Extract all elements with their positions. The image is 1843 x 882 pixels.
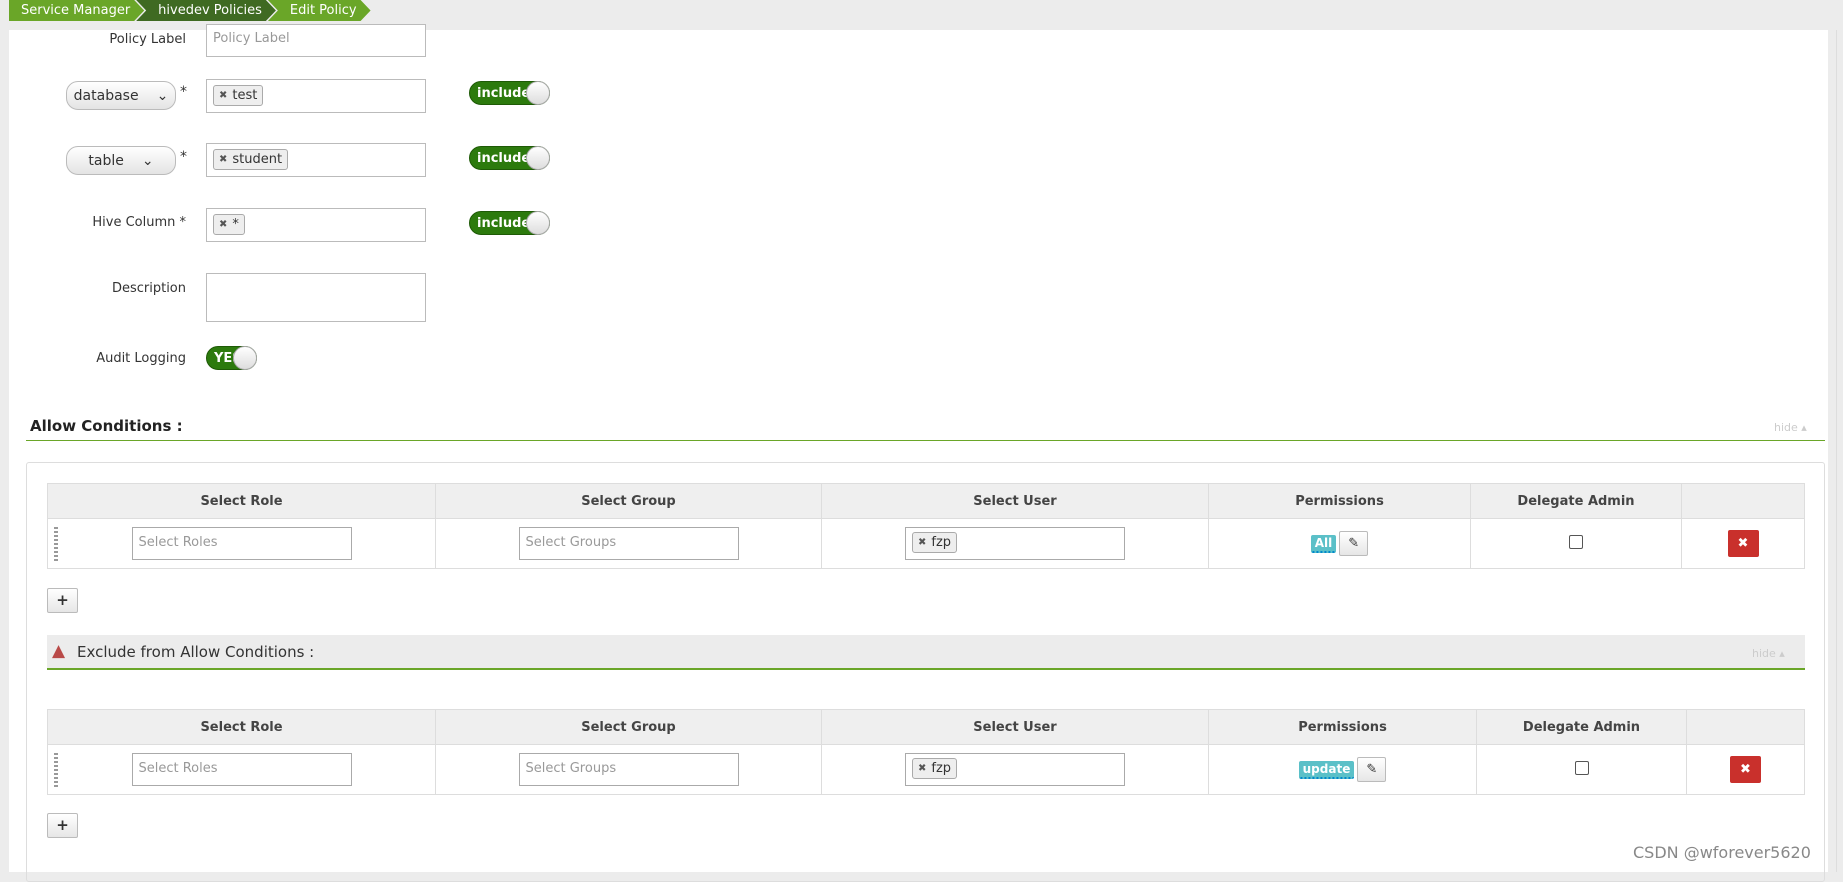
header-permissions: Permissions	[1208, 709, 1477, 745]
policy-label-label: Policy Label	[109, 32, 186, 47]
header-select-user: Select User	[821, 709, 1209, 745]
allow-conditions-title: Allow Conditions :	[30, 417, 183, 435]
scrollbar-track[interactable]	[1836, 30, 1837, 872]
chevron-down-icon: ⌄	[141, 152, 154, 169]
header-select-role: Select Role	[47, 483, 436, 519]
permission-tag[interactable]: update	[1298, 760, 1355, 779]
select-value: table	[88, 152, 124, 169]
header-delegate-admin: Delegate Admin	[1470, 483, 1682, 519]
add-exclude-condition-button[interactable]: +	[47, 813, 78, 838]
header-select-group: Select Group	[435, 709, 822, 745]
watermark: CSDN @wforever5620	[1633, 843, 1811, 862]
value-tag: ✖ test	[213, 85, 264, 106]
select-groups-input[interactable]: Select Groups	[518, 753, 739, 786]
permission-tag[interactable]: All	[1310, 534, 1337, 553]
database-include-toggle[interactable]: include	[469, 81, 550, 105]
breadcrumb: Service Manager hivedev Policies Edit Po…	[9, 0, 363, 21]
hive-column-label: Hive Column *	[92, 215, 186, 230]
table-include-toggle[interactable]: include	[469, 146, 550, 170]
header-actions	[1681, 483, 1805, 519]
description-label: Description	[111, 281, 186, 296]
user-tag: ✖ fzp	[912, 532, 958, 553]
exclude-conditions-title: Exclude from Allow Conditions :	[77, 643, 315, 661]
description-textarea[interactable]	[206, 273, 426, 322]
drag-handle[interactable]	[54, 527, 58, 561]
header-permissions: Permissions	[1208, 483, 1471, 519]
divider	[26, 440, 1825, 441]
remove-icon[interactable]: ✖	[918, 763, 926, 774]
user-tag: ✖ fzp	[912, 758, 958, 779]
table-row: Select Roles Select Groups ✖ fzp update ✎ …	[47, 744, 1805, 795]
delete-row-button[interactable]: ✖	[1727, 530, 1759, 557]
delegate-admin-checkbox[interactable]	[1569, 534, 1583, 549]
header-select-group: Select Group	[435, 483, 822, 519]
edit-pencil-icon[interactable]: ✎	[1357, 757, 1387, 782]
exclude-hide-toggle[interactable]: hide ▴	[1752, 647, 1785, 660]
hive-column-input[interactable]: ✖ *	[206, 208, 426, 242]
required-asterisk: *	[180, 84, 187, 100]
drag-handle[interactable]	[54, 753, 58, 787]
remove-icon[interactable]: ✖	[219, 90, 227, 101]
allow-hide-toggle[interactable]: hide ▴	[1774, 421, 1807, 434]
chevron-down-icon: ⌄	[156, 87, 169, 104]
allow-conditions-table: Select Role Select Group Select User Permis…	[47, 483, 1805, 569]
delegate-admin-checkbox[interactable]	[1574, 760, 1589, 775]
audit-logging-label: Audit Logging	[96, 351, 186, 366]
select-groups-input[interactable]: Select Groups	[518, 527, 739, 560]
remove-icon[interactable]: ✖	[219, 219, 227, 230]
header-select-role: Select Role	[47, 709, 436, 745]
resource-type-select-database[interactable]: database ⌄	[66, 81, 176, 110]
value-tag: ✖ student	[213, 149, 289, 170]
policy-label-input[interactable]: Policy Label	[206, 24, 426, 57]
header-select-user: Select User	[821, 483, 1209, 519]
required-asterisk: *	[180, 149, 187, 165]
select-roles-input[interactable]: Select Roles	[131, 753, 352, 786]
breadcrumb-edit-policy[interactable]: Edit Policy	[268, 0, 371, 21]
warning-icon: ▲	[52, 641, 66, 661]
value-tag: ✖ *	[213, 214, 245, 235]
database-values-input[interactable]: ✖ test	[206, 79, 426, 113]
hive-column-include-toggle[interactable]: include	[469, 211, 550, 235]
select-value: database	[73, 87, 139, 104]
add-allow-condition-button[interactable]: +	[47, 588, 78, 613]
header-delegate-admin: Delegate Admin	[1476, 709, 1687, 745]
remove-icon[interactable]: ✖	[219, 154, 227, 165]
remove-icon[interactable]: ✖	[918, 537, 926, 548]
table-row: Select Roles Select Groups ✖ fzp All ✎ ✖	[47, 518, 1805, 569]
select-users-input[interactable]: ✖ fzp	[905, 753, 1125, 786]
select-users-input[interactable]: ✖ fzp	[905, 527, 1125, 560]
audit-logging-toggle[interactable]: YES	[206, 346, 257, 370]
edit-pencil-icon[interactable]: ✎	[1339, 531, 1369, 556]
select-roles-input[interactable]: Select Roles	[131, 527, 352, 560]
exclude-conditions-table: Select Role Select Group Select User Permis…	[47, 709, 1805, 795]
delete-row-button[interactable]: ✖	[1730, 756, 1761, 783]
breadcrumb-policies[interactable]: hivedev Policies	[136, 0, 276, 21]
resource-type-select-table[interactable]: table ⌄	[66, 146, 176, 175]
header-actions	[1686, 709, 1805, 745]
table-values-input[interactable]: ✖ student	[206, 143, 426, 177]
breadcrumb-service-manager[interactable]: Service Manager	[9, 0, 144, 21]
